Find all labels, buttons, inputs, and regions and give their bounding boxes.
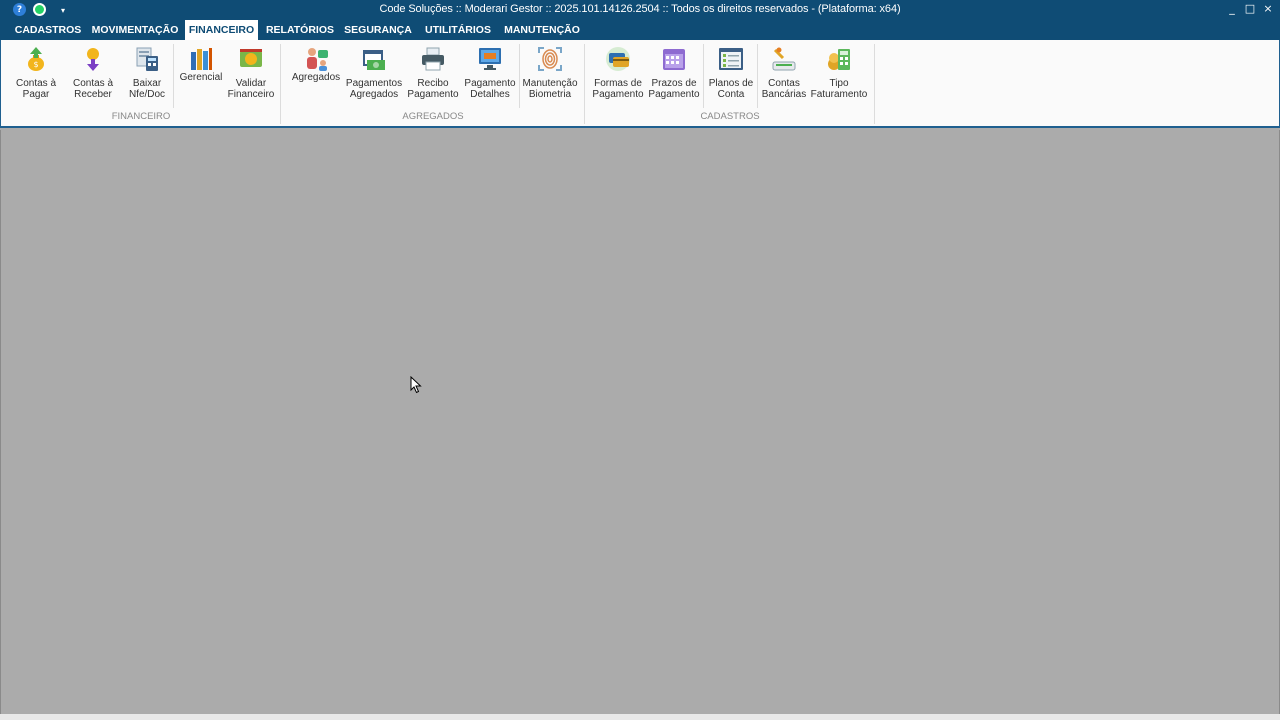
calendar-icon [661,46,687,72]
button-label: Pagamentos Agregados [345,78,403,100]
recibo-pagamento-button[interactable]: Recibo Pagamento [404,44,462,108]
tab-financeiro[interactable]: FINANCEIRO [185,20,258,40]
tipo-faturamento-button[interactable]: Tipo Faturamento [810,44,868,108]
button-label: Contas à Pagar [15,78,57,100]
window-title: Code Soluções :: Moderari Gestor :: 2025… [379,3,901,15]
ribbon-tabs: CADASTROS MOVIMENTAÇÃO FINANCEIRO RELATÓ… [0,20,1280,40]
printer-icon [420,46,446,72]
calendar-money-icon [361,46,387,72]
invoice-calculator-icon [826,46,852,72]
button-label: Contas Bancárias [761,78,807,100]
contas-a-pagar-button[interactable]: $ Contas à Pagar [7,44,65,108]
agregados-button[interactable]: Agregados [287,44,345,108]
fingerprint-icon [537,46,563,72]
group-label-financeiro: FINANCEIRO [111,111,171,122]
baixar-nfe-doc-button[interactable]: Baixar Nfe/Doc [118,44,176,108]
button-label: Tipo Faturamento [810,78,868,100]
minimize-button[interactable]: _ [1226,2,1238,16]
tab-utilitarios[interactable]: UTILITÁRIOS [421,20,495,40]
payment-cards-icon [605,46,631,72]
prazos-de-pagamento-button[interactable]: Prazos de Pagamento [645,44,703,108]
people-icon [303,46,329,72]
tab-relatorios[interactable]: RELATÓRIOS [264,20,336,40]
group-label-agregados: AGREGADOS [402,111,464,122]
pagamentos-agregados-button[interactable]: Pagamentos Agregados [345,44,403,108]
manutencao-biometria-button[interactable]: Manutenção Biometria [521,44,579,108]
ribbon-divider [519,44,520,108]
button-label: Agregados [291,72,341,83]
bank-hand-icon [771,46,797,72]
planos-de-conta-button[interactable]: Planos de Conta [702,44,760,108]
tab-manutencao[interactable]: MANUTENÇÃO [503,20,581,40]
pagamento-detalhes-button[interactable]: Pagamento Detalhes [461,44,519,108]
formas-de-pagamento-button[interactable]: Formas de Pagamento [589,44,647,108]
tab-seguranca[interactable]: SEGURANÇA [343,20,413,40]
button-label: Formas de Pagamento [592,78,644,100]
group-divider [874,44,875,124]
ribbon-panel: $ Contas à Pagar Contas à Receber Baixar… [0,40,1280,128]
close-button[interactable]: × [1262,2,1274,16]
contas-a-receber-button[interactable]: Contas à Receber [64,44,122,108]
button-label: Pagamento Detalhes [464,78,516,100]
mdi-workspace[interactable] [0,130,1280,714]
checklist-icon [718,46,744,72]
mouse-cursor-icon [410,375,422,398]
status-bar [0,714,1280,720]
button-label: Prazos de Pagamento [648,78,700,100]
document-calculator-icon [134,46,160,72]
books-icon [188,46,214,72]
tab-movimentacao[interactable]: MOVIMENTAÇÃO [90,20,180,40]
group-label-cadastros: CADASTROS [700,111,760,122]
tab-cadastros[interactable]: CADASTROS [12,20,84,40]
money-bag-up-icon: $ [23,46,49,72]
button-label: Recibo Pagamento [407,78,459,100]
svg-text:$: $ [33,60,38,69]
button-label: Contas à Receber [72,78,114,100]
button-label: Baixar Nfe/Doc [128,78,166,100]
maximize-button[interactable]: □ [1244,2,1256,16]
button-label: Manutenção Biometria [522,78,578,100]
cash-validate-icon [238,46,264,72]
button-label: Validar Financeiro [227,78,275,100]
contas-bancarias-button[interactable]: Contas Bancárias [755,44,813,108]
button-label: Planos de Conta [708,78,754,100]
monitor-money-icon [477,46,503,72]
validar-financeiro-button[interactable]: Validar Financeiro [222,44,280,108]
money-bag-down-icon [80,46,106,72]
title-bar: ? ▾ Code Soluções :: Moderari Gestor :: … [0,0,1280,20]
